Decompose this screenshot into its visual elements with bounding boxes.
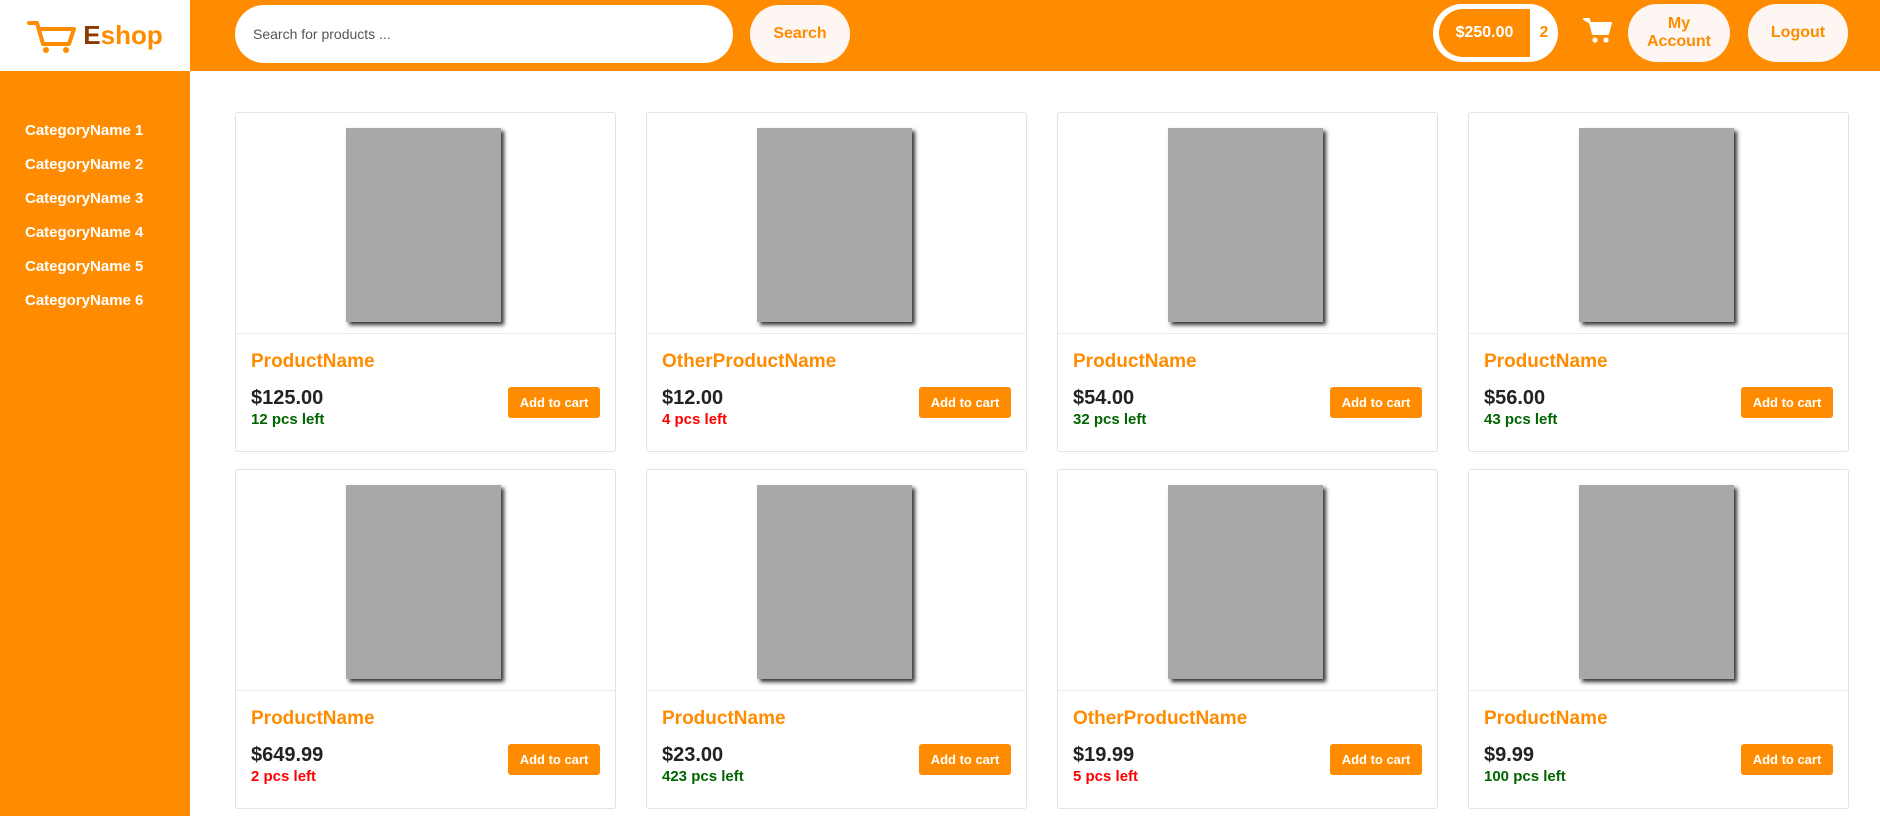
product-name[interactable]: ProductName xyxy=(662,708,786,730)
my-account-button[interactable]: My Account xyxy=(1628,4,1730,62)
product-name[interactable]: ProductName xyxy=(251,708,375,730)
product-name[interactable]: OtherProductName xyxy=(1073,708,1247,730)
logo[interactable]: Eshop xyxy=(0,0,190,71)
stock-status: 12 pcs left xyxy=(251,411,325,428)
add-to-cart-button[interactable]: Add to cart xyxy=(508,744,600,775)
product-card: OtherProductName $12.00 4 pcs left Add t… xyxy=(646,112,1027,452)
stock-status: 423 pcs left xyxy=(662,768,744,785)
product-image-area[interactable] xyxy=(647,470,1026,691)
add-to-cart-button[interactable]: Add to cart xyxy=(1330,387,1422,418)
product-image-area[interactable] xyxy=(1058,113,1437,334)
search-input[interactable] xyxy=(235,5,733,63)
stock-status: 2 pcs left xyxy=(251,768,317,785)
product-price: $54.00 xyxy=(1073,387,1135,409)
product-name[interactable]: ProductName xyxy=(1073,351,1197,373)
logo-text-initial: E xyxy=(83,20,101,50)
product-card: ProductName $9.99 100 pcs left Add to ca… xyxy=(1468,469,1849,809)
logout-button[interactable]: Logout xyxy=(1748,4,1848,62)
add-to-cart-button[interactable]: Add to cart xyxy=(1741,387,1833,418)
sidebar-item-category-6[interactable]: CategoryName 6 xyxy=(25,284,190,318)
sidebar-item-category-5[interactable]: CategoryName 5 xyxy=(25,250,190,284)
stock-status: 32 pcs left xyxy=(1073,411,1147,428)
search-button[interactable]: Search xyxy=(750,5,850,63)
product-image-area[interactable] xyxy=(647,113,1026,334)
product-name[interactable]: ProductName xyxy=(1484,708,1608,730)
product-image-area[interactable] xyxy=(236,470,615,691)
product-price: $23.00 xyxy=(662,744,724,766)
product-image-placeholder xyxy=(1168,128,1323,322)
product-price: $9.99 xyxy=(1484,744,1535,766)
product-price: $56.00 xyxy=(1484,387,1546,409)
product-image-placeholder xyxy=(1168,485,1323,679)
stock-status: 4 pcs left xyxy=(662,411,728,428)
cart-count: 2 xyxy=(1539,24,1549,41)
stock-status: 43 pcs left xyxy=(1484,411,1558,428)
product-name[interactable]: ProductName xyxy=(1484,351,1608,373)
product-grid: ProductName $125.00 12 pcs left Add to c… xyxy=(235,112,1849,809)
product-name[interactable]: OtherProductName xyxy=(662,351,836,373)
product-price: $125.00 xyxy=(251,387,324,409)
product-card: ProductName $125.00 12 pcs left Add to c… xyxy=(235,112,616,452)
add-to-cart-button[interactable]: Add to cart xyxy=(919,744,1011,775)
product-image-area[interactable] xyxy=(1469,113,1848,334)
product-image-area[interactable] xyxy=(1469,470,1848,691)
sidebar-item-category-4[interactable]: CategoryName 4 xyxy=(25,216,190,250)
product-image-placeholder xyxy=(1579,485,1734,679)
stock-status: 100 pcs left xyxy=(1484,768,1566,785)
add-to-cart-button[interactable]: Add to cart xyxy=(1741,744,1833,775)
product-price: $12.00 xyxy=(662,387,724,409)
category-sidebar: CategoryName 1 CategoryName 2 CategoryNa… xyxy=(0,71,190,816)
top-bar: Search $250.00 2 My Account Logout xyxy=(190,0,1880,71)
cart-summary[interactable]: $250.00 2 xyxy=(1433,4,1558,62)
product-image-area[interactable] xyxy=(1058,470,1437,691)
product-card: OtherProductName $19.99 5 pcs left Add t… xyxy=(1057,469,1438,809)
product-image-area[interactable] xyxy=(236,113,615,334)
product-card: ProductName $54.00 32 pcs left Add to ca… xyxy=(1057,112,1438,452)
sidebar-item-category-1[interactable]: CategoryName 1 xyxy=(25,114,190,148)
product-image-placeholder xyxy=(346,485,501,679)
product-image-placeholder xyxy=(757,485,912,679)
product-card: ProductName $23.00 423 pcs left Add to c… xyxy=(646,469,1027,809)
product-price: $649.99 xyxy=(251,744,324,766)
product-card: ProductName $649.99 2 pcs left Add to ca… xyxy=(235,469,616,809)
product-name[interactable]: ProductName xyxy=(251,351,375,373)
add-to-cart-button[interactable]: Add to cart xyxy=(508,387,600,418)
sidebar-item-category-3[interactable]: CategoryName 3 xyxy=(25,182,190,216)
add-to-cart-button[interactable]: Add to cart xyxy=(1330,744,1422,775)
product-image-placeholder xyxy=(346,128,501,322)
category-list: CategoryName 1 CategoryName 2 CategoryNa… xyxy=(0,71,190,318)
sidebar-item-category-2[interactable]: CategoryName 2 xyxy=(25,148,190,182)
shopping-cart-icon[interactable] xyxy=(1583,16,1613,44)
add-to-cart-button[interactable]: Add to cart xyxy=(919,387,1011,418)
logo-text: Eshop xyxy=(83,20,162,51)
stock-status: 5 pcs left xyxy=(1073,768,1139,785)
product-card: ProductName $56.00 43 pcs left Add to ca… xyxy=(1468,112,1849,452)
logo-text-rest: shop xyxy=(100,20,163,50)
product-image-placeholder xyxy=(1579,128,1734,322)
shopping-cart-logo-icon xyxy=(27,20,77,53)
product-image-placeholder xyxy=(757,128,912,322)
product-price: $19.99 xyxy=(1073,744,1135,766)
cart-total: $250.00 xyxy=(1439,9,1530,57)
